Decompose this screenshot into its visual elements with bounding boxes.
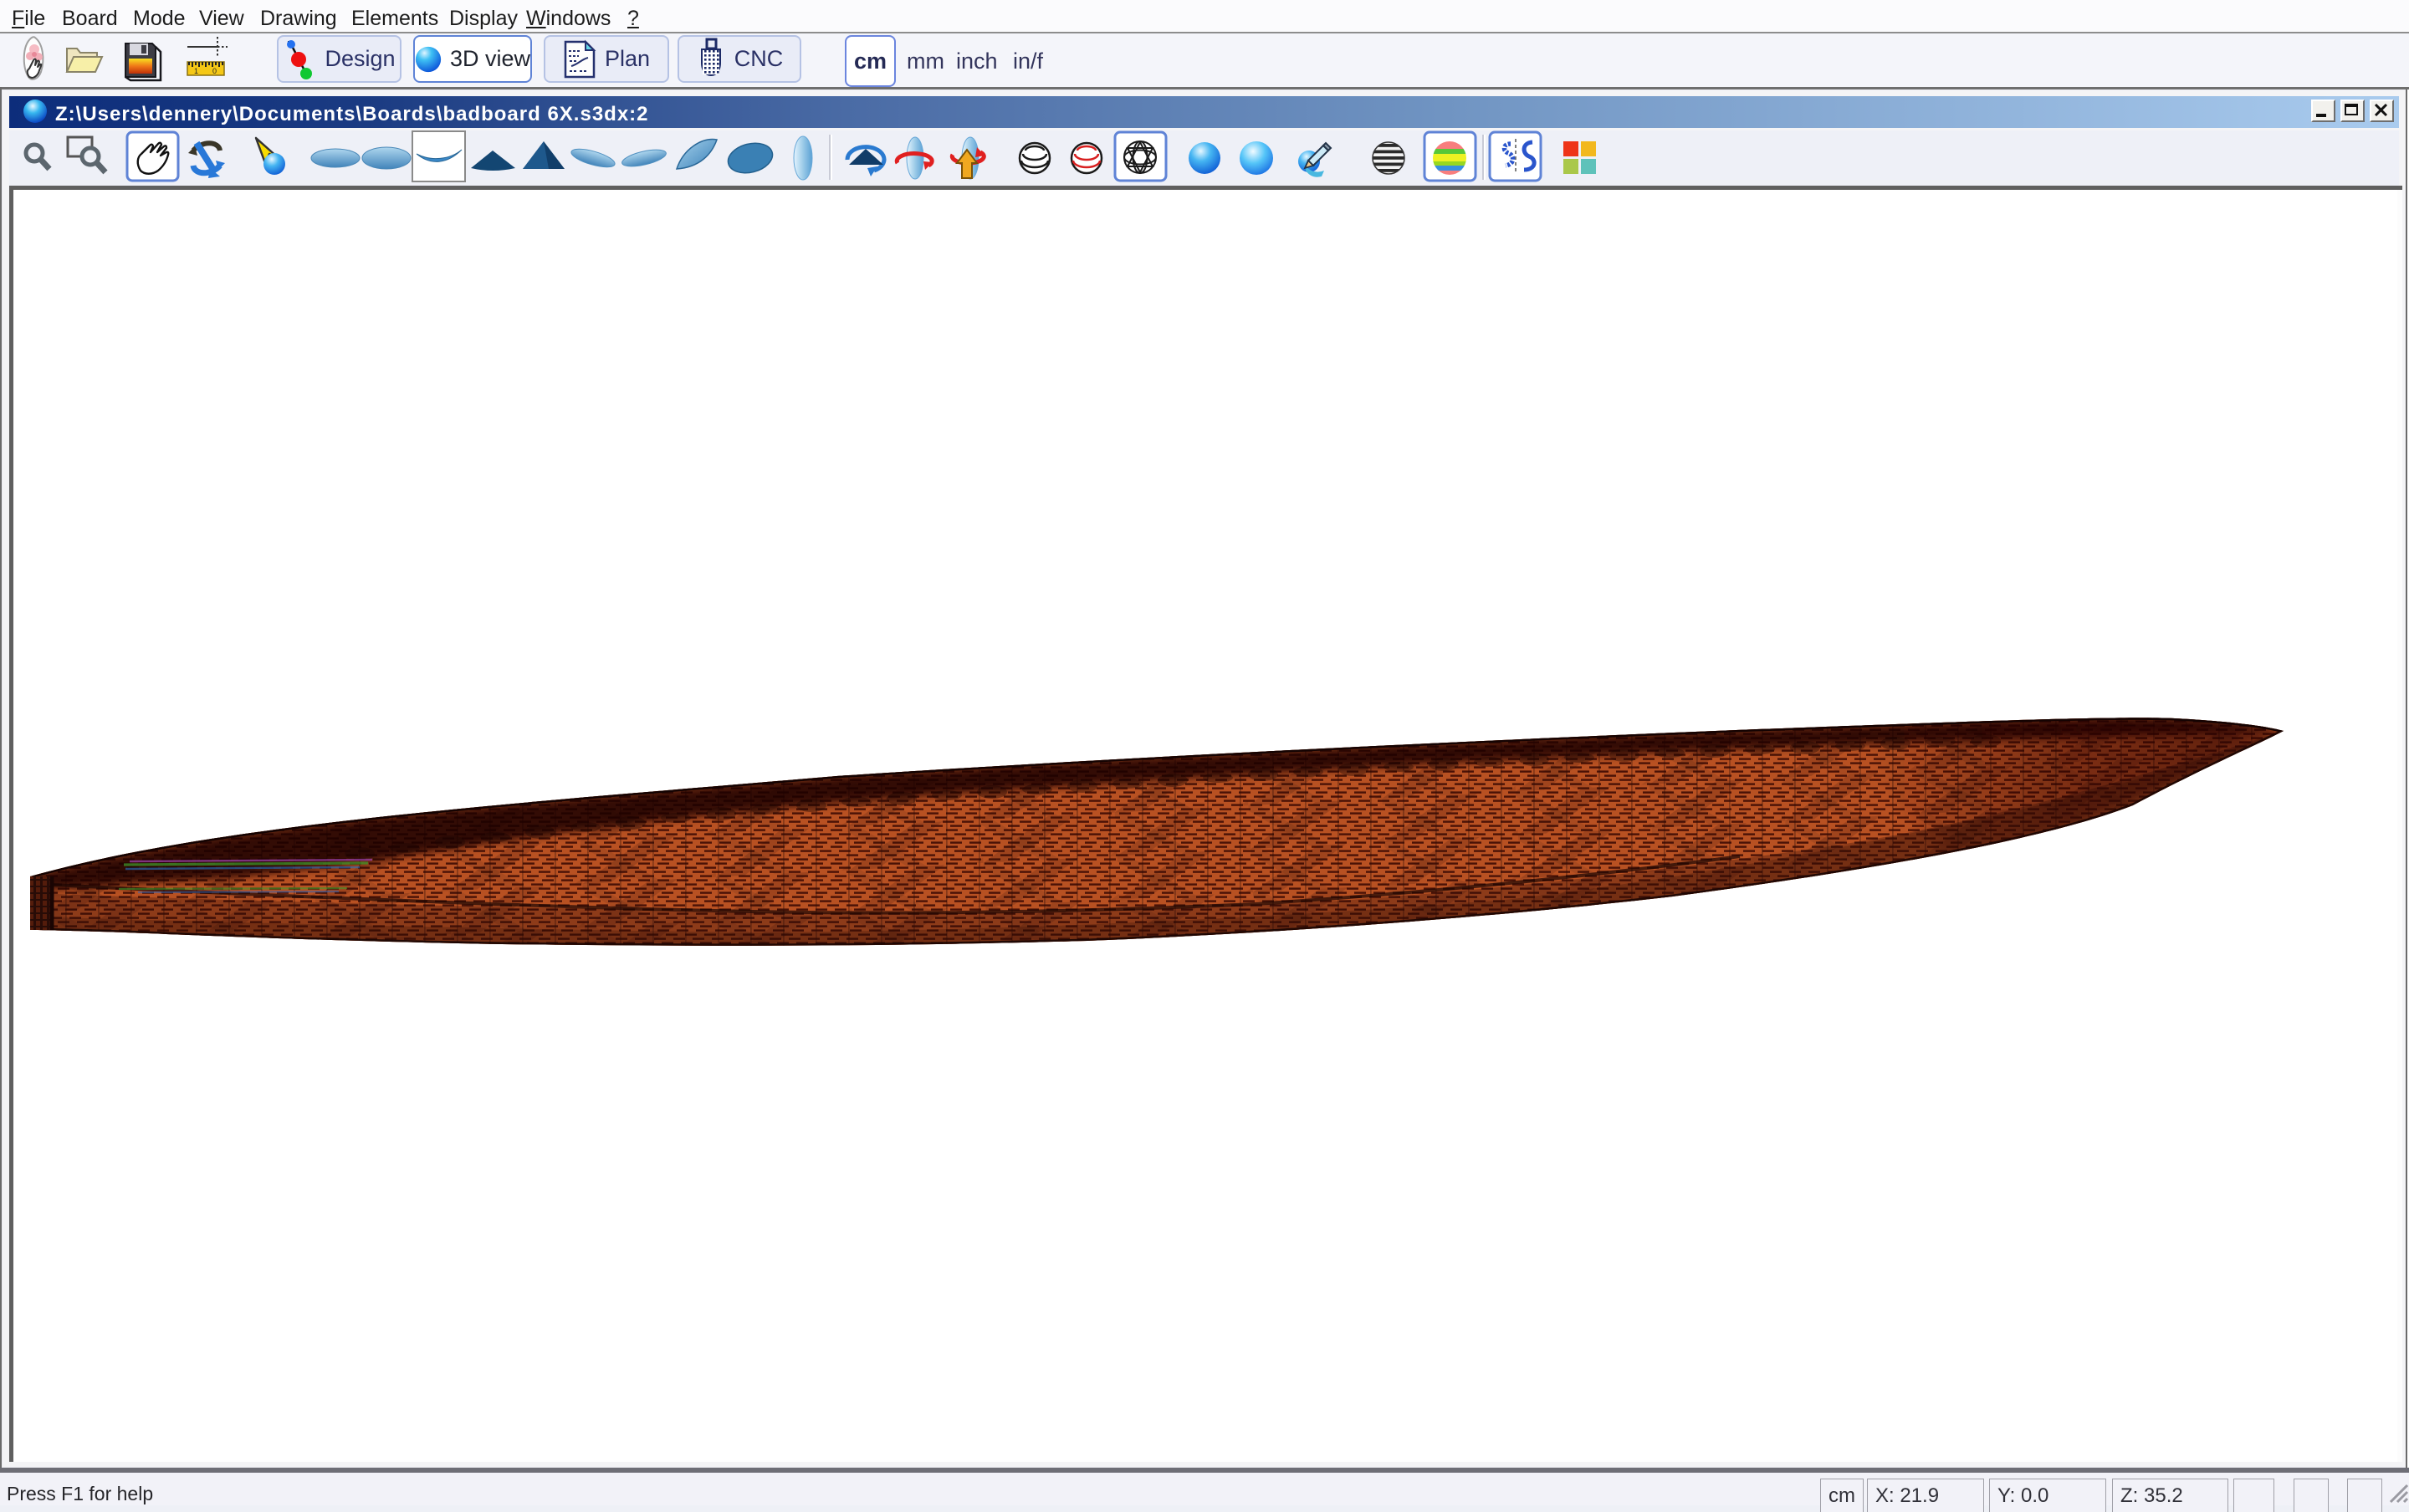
svg-text:1: 1 <box>194 67 198 75</box>
svg-text:0: 0 <box>212 67 217 75</box>
